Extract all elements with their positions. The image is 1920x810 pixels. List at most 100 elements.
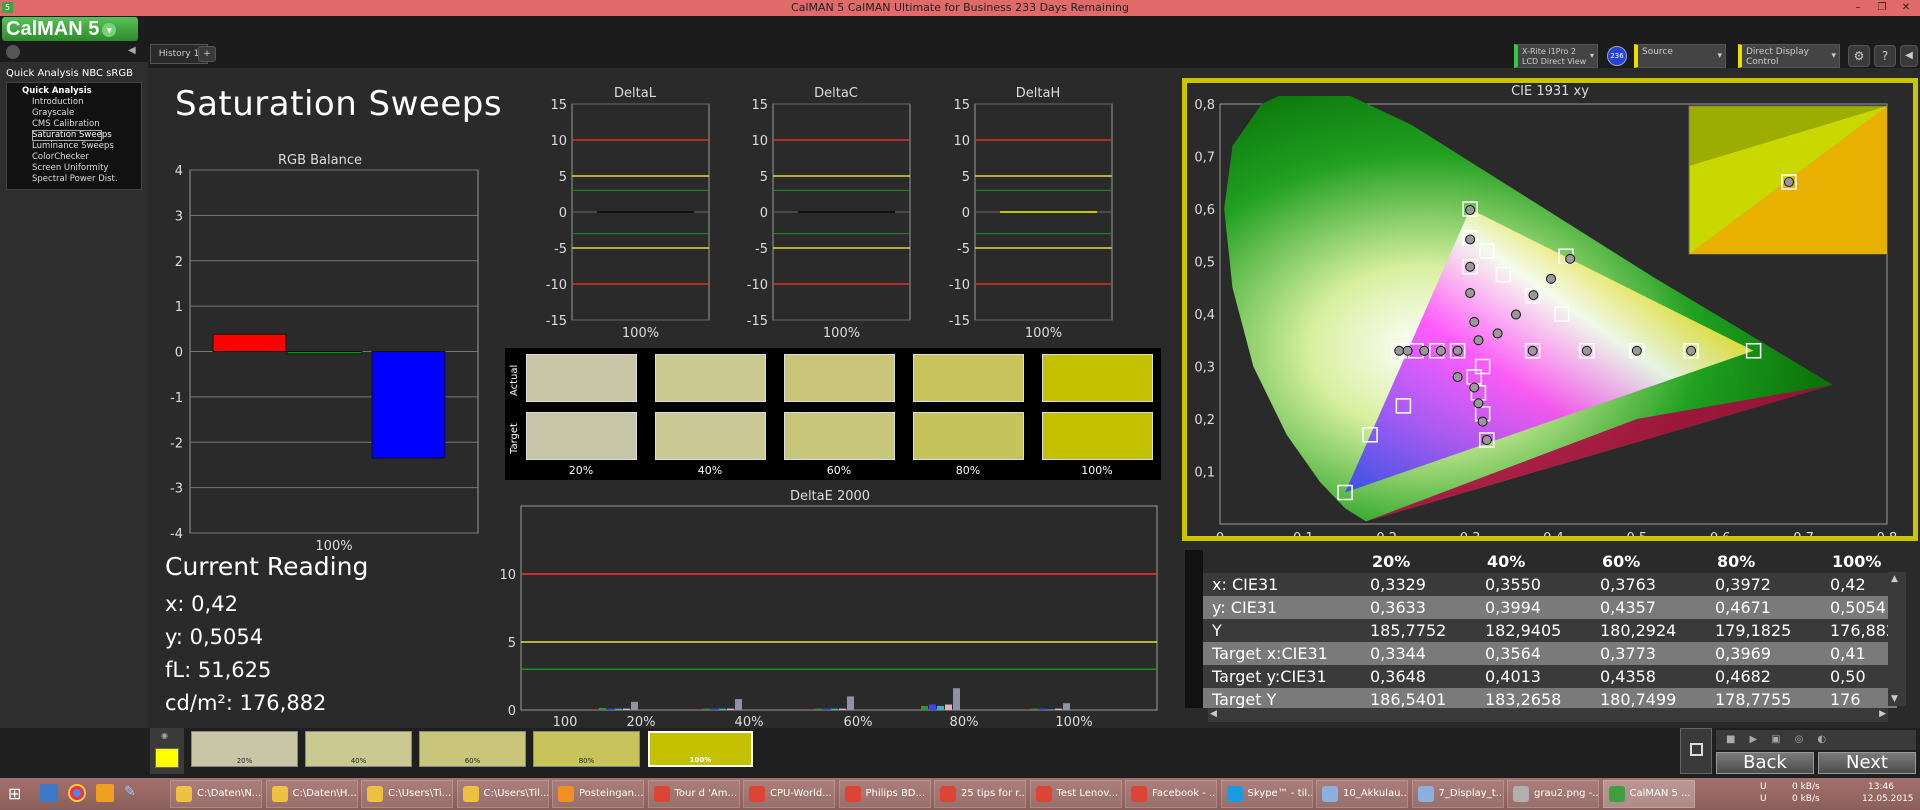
clock-date[interactable]: 12.05.2015 [1862, 794, 1914, 804]
row-label: Y [1212, 621, 1222, 640]
table-horizontal-scrollbar[interactable]: ◀ ▶ [1208, 708, 1888, 722]
page-title: Saturation Sweeps [175, 84, 503, 124]
scroll-down-icon[interactable]: ▼ [1891, 694, 1898, 704]
scroll-left-icon[interactable]: ◀ [1210, 709, 1217, 719]
meter-badge[interactable]: 236 [1607, 46, 1627, 66]
taskbar-task[interactable]: 25 tips for r... [934, 780, 1026, 808]
next-button[interactable]: Next [1818, 752, 1916, 774]
table-row[interactable]: Target Y 186,5401 183,2658 180,7499 178,7755… [1185, 688, 1897, 708]
taskbar-task[interactable]: Test Lenov... [1029, 780, 1122, 808]
table-row[interactable]: Target y:CIE31 0,3648 0,4013 0,4358 0,4682 0,… [1185, 665, 1897, 688]
deltae-bar [1047, 709, 1054, 710]
y-tick-label: 15 [751, 98, 768, 113]
taskbar-task[interactable]: C:\Daten\H... [265, 780, 358, 808]
task-app-icon [462, 786, 479, 802]
deltae-bar [1055, 708, 1062, 710]
taskbar-task[interactable]: C:\Users\Ti... [361, 780, 453, 808]
x-tick-label: 0,3 [1460, 531, 1481, 536]
taskbar-task[interactable]: 10_Akkulau... [1316, 780, 1408, 808]
table-row[interactable]: x: CIE31 0,3329 0,3550 0,3763 0,3972 0,42 [1185, 573, 1897, 596]
taskbar-task[interactable]: C:\Users\Til... [456, 780, 549, 808]
workflow-title: Quick Analysis NBC sRGB [6, 68, 133, 79]
deltae-bar [695, 709, 702, 710]
sidebar-item-saturation-sweeps[interactable]: Saturation Sweeps [32, 130, 112, 141]
sidebar-item-introduction[interactable]: Introduction [7, 97, 141, 108]
taskbar-task[interactable]: Skype™ - til... [1220, 780, 1313, 808]
table-row[interactable]: Target x:CIE31 0,3344 0,3564 0,3773 0,3969 0,… [1185, 642, 1897, 665]
tree-root[interactable]: Quick Analysis [7, 83, 141, 97]
taskbar-task[interactable]: grau2.png -... [1507, 780, 1599, 808]
sidebar-item-luminance-sweeps[interactable]: Luminance Sweeps [7, 141, 141, 152]
taskbar-task[interactable]: 7_Display_t... [1411, 780, 1504, 808]
collapse-panel-icon[interactable]: ◀ [1900, 45, 1918, 67]
scroll-up-icon[interactable]: ▲ [1891, 574, 1898, 584]
sidebar-item-screen-uniformity[interactable]: Screen Uniformity [7, 163, 141, 174]
meter-selector[interactable]: X-Rite i1Pro 2 LCD Direct View ▾ [1514, 44, 1598, 68]
measured-point [1465, 288, 1476, 298]
deltae-bar [921, 705, 928, 710]
add-tab-button[interactable]: + [198, 46, 216, 62]
task-label: C:\Users\Ti... [388, 788, 452, 799]
options-icon[interactable] [6, 45, 20, 59]
explorer-pinned-icon[interactable] [40, 784, 58, 802]
display-selector[interactable]: Direct Display Control ▾ [1738, 44, 1840, 68]
taskbar-task[interactable]: CalMAN 5 ... [1602, 780, 1695, 808]
taskbar-task[interactable]: Tour d 'Am... [647, 780, 740, 808]
table-vertical-scrollbar[interactable]: ▲ ▼ [1888, 572, 1906, 706]
deltac-chart: 15 10 5 0 -5 -10 -15 100% [747, 98, 911, 341]
task-label: CPU-World... [770, 788, 832, 799]
tool-pinned-icon[interactable]: ✎ [124, 784, 142, 802]
back-button[interactable]: Back [1716, 752, 1814, 774]
measured-point [1419, 345, 1430, 356]
taskbar-task[interactable]: Philips BD... [838, 780, 931, 808]
clock-time[interactable]: 13:46 [1868, 782, 1894, 792]
deltae-bar [607, 708, 614, 710]
table-row[interactable]: y: CIE31 0,3633 0,3994 0,4357 0,4671 0,5054 [1185, 596, 1897, 619]
taskbar-task[interactable]: Posteingan... [552, 780, 644, 808]
playback-controls[interactable]: ■▶▣◎◐ [1716, 730, 1916, 750]
chrome-pinned-icon[interactable] [68, 784, 86, 802]
outlook-pinned-icon[interactable] [96, 784, 114, 802]
task-label: Test Lenov... [1056, 788, 1119, 799]
bar-green [286, 351, 363, 355]
sidebar-item-cms-calibration[interactable]: CMS Calibration [7, 119, 141, 130]
x-tick-label: 0 [1216, 531, 1224, 536]
bottom-swatch[interactable]: 100% [648, 731, 753, 767]
scroll-right-icon[interactable]: ▶ [1879, 709, 1886, 719]
source-selector[interactable]: Source ▾ [1634, 44, 1726, 68]
bottom-swatch[interactable]: 20% [191, 731, 298, 767]
sidebar-item-colorchecker[interactable]: ColorChecker [7, 152, 141, 163]
y-tick-label: 5 [508, 636, 516, 651]
row-label: Target x:CIE31 [1212, 644, 1328, 663]
y-tick-label: 4 [175, 165, 183, 179]
sidebar-item-spectral-power-dist-[interactable]: Spectral Power Dist. [7, 174, 141, 185]
y-tick-label: -3 [170, 482, 183, 497]
minimize-icon[interactable]: – [1846, 0, 1870, 16]
data-table: 20% 40% 60% 80% 100% x: CIE31 0,3329 0,3550 0,37… [1185, 550, 1897, 708]
bottom-bar: ◉ 20% 40% 60% 80% 100% ■▶▣◎◐ Back Next [0, 728, 1920, 778]
task-app-icon [176, 786, 192, 802]
windows-start-icon[interactable]: ⊞ [8, 784, 28, 804]
bottom-swatch[interactable]: 80% [533, 731, 640, 767]
taskbar-task[interactable]: CPU-World... [743, 780, 835, 808]
task-app-icon [1608, 786, 1625, 802]
bottom-swatch[interactable]: 40% [305, 731, 412, 767]
sidebar-item-grayscale[interactable]: Grayscale [7, 108, 141, 119]
taskbar-task[interactable]: C:\Daten\N... [170, 780, 262, 808]
settings-icon[interactable]: ⚙ [1848, 45, 1870, 67]
help-icon[interactable]: ? [1874, 45, 1896, 67]
restore-icon[interactable]: ❐ [1870, 0, 1894, 16]
language-indicator[interactable]: UU [1760, 781, 1788, 805]
row-label: Target y:CIE31 [1212, 667, 1327, 686]
x-tick-label: 0,1 [1293, 531, 1314, 536]
taskbar-task[interactable]: Facebook - ... [1125, 780, 1217, 808]
table-row[interactable]: Y 185,7752 182,9405 180,2924 179,1825 176,882 [1185, 619, 1897, 642]
bottom-swatch[interactable]: 60% [419, 731, 526, 767]
calman-logo-menu[interactable]: CalMAN 5 ▾ [2, 17, 138, 41]
collapse-sidebar-icon[interactable]: ◀ [128, 45, 142, 59]
task-app-icon [271, 786, 288, 802]
task-app-icon [1226, 786, 1243, 802]
eye-icon[interactable]: ◉ [161, 731, 168, 740]
close-icon[interactable]: ✕ [1894, 0, 1918, 16]
stop-button[interactable] [1680, 728, 1712, 774]
